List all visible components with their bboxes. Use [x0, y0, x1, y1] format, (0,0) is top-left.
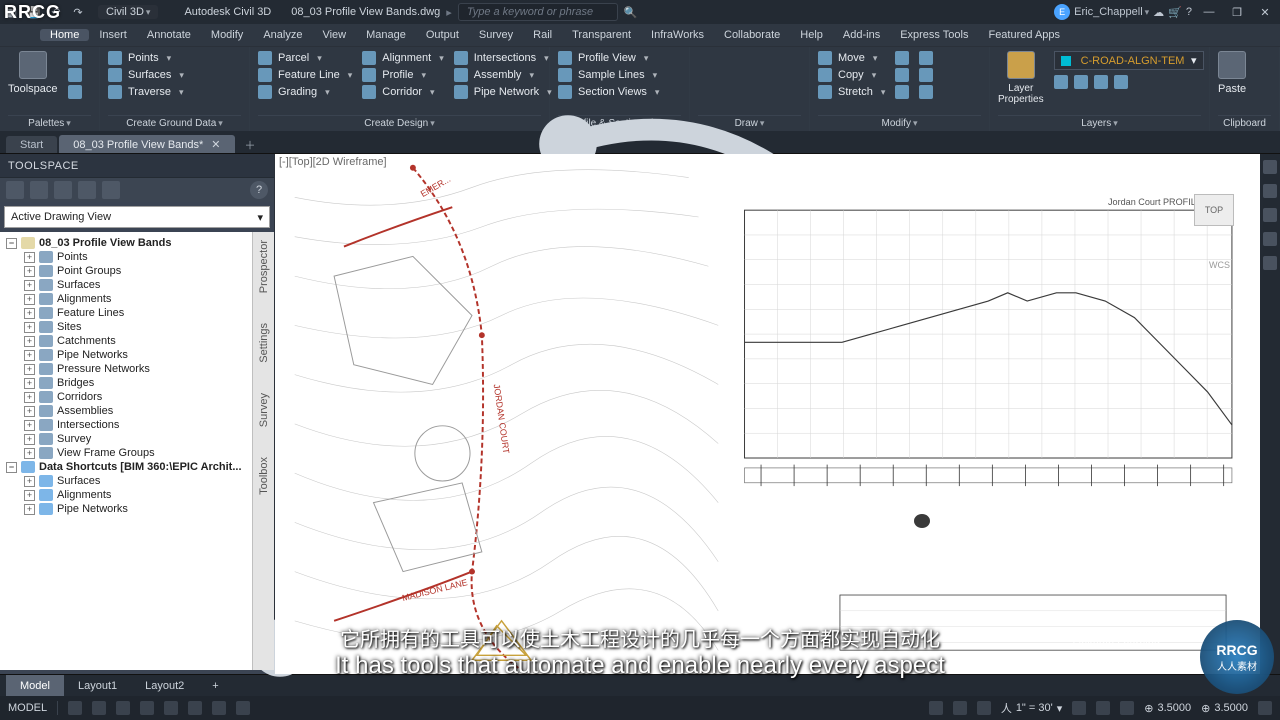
tree-node-pressure-networks[interactable]: +Pressure Networks — [2, 362, 250, 376]
trim-icon[interactable] — [919, 51, 933, 65]
subtitle-en: It has tools that automate and enable ne… — [0, 652, 1280, 680]
toolspace-panel: TOOLSPACE ? Active Drawing View▾ −08_03 … — [0, 154, 275, 674]
tree-node-intersections[interactable]: +Intersections — [2, 418, 250, 432]
array-icon[interactable] — [919, 85, 933, 99]
app-root: ◧ 💾 ↶ ↷ Civil 3D Autodesk Civil 3D 08_03… — [0, 0, 1280, 720]
layer-state-icon[interactable] — [1054, 75, 1068, 89]
tree-shortcut-surfaces[interactable]: +Surfaces — [2, 474, 250, 488]
view-cube[interactable]: TOP — [1194, 194, 1234, 226]
tree-node-points[interactable]: +Points — [2, 250, 250, 264]
layer-lock-icon[interactable] — [1114, 75, 1128, 89]
tree-node-feature-lines[interactable]: +Feature Lines — [2, 306, 250, 320]
toolspace-tab-settings[interactable]: Settings — [258, 323, 270, 363]
plan-view: JORDAN COURT MADISON LANE EMER... — [275, 154, 728, 674]
subtitle-overlay: 它所拥有的工具可以使土木工程设计的几乎每一个方面都实现自动化 It has to… — [0, 623, 1280, 680]
toolspace-tree[interactable]: −08_03 Profile View Bands +Points+Point … — [0, 232, 252, 670]
watermark-corner: RRCG — [4, 2, 61, 23]
tree-node-survey[interactable]: +Survey — [2, 432, 250, 446]
fillet-icon[interactable] — [919, 68, 933, 82]
plan-svg: JORDAN COURT MADISON LANE EMER... — [275, 154, 728, 674]
mirror-icon[interactable] — [895, 68, 909, 82]
tree-node-catchments[interactable]: +Catchments — [2, 334, 250, 348]
toolspace-tab-survey[interactable]: Survey — [258, 393, 270, 427]
tree-node-pipe-networks[interactable]: +Pipe Networks — [2, 348, 250, 362]
rotate-icon[interactable] — [895, 51, 909, 65]
tree-node-assemblies[interactable]: +Assemblies — [2, 404, 250, 418]
tree-node-bridges[interactable]: +Bridges — [2, 376, 250, 390]
layer-iso-icon[interactable] — [1074, 75, 1088, 89]
toolspace-tab-toolbox[interactable]: Toolbox — [258, 457, 270, 495]
tree-shortcuts-root[interactable]: −Data Shortcuts [BIM 360:\EPIC Archit... — [2, 460, 250, 474]
tree-node-view-frame-groups[interactable]: +View Frame Groups — [2, 446, 250, 460]
tree-node-alignments[interactable]: +Alignments — [2, 292, 250, 306]
tree-shortcut-pipe-networks[interactable]: +Pipe Networks — [2, 502, 250, 516]
main-area: TOOLSPACE ? Active Drawing View▾ −08_03 … — [0, 154, 1280, 674]
scale-icon[interactable] — [895, 85, 909, 99]
provider-badge: LinkedIn Learning — [1073, 638, 1160, 650]
tree-root[interactable]: −08_03 Profile View Bands — [2, 236, 250, 250]
tree-node-point-groups[interactable]: +Point Groups — [2, 264, 250, 278]
wcs-label: WCS — [1209, 260, 1230, 270]
profile-svg: Jordan Court PROFILE — [728, 162, 1240, 526]
canvas-area: [-][Top][2D Wireframe] — [275, 154, 1280, 674]
road-label-madison: MADISON LANE — [401, 577, 468, 603]
profile-view: Jordan Court PROFILE — [728, 162, 1240, 526]
drawing-viewport[interactable]: [-][Top][2D Wireframe] — [275, 154, 1260, 674]
ribbon: Toolspace Palettes PointsSurfacesTravers… — [0, 46, 1280, 132]
road-label-jordan: JORDAN COURT — [492, 383, 512, 455]
toolspace-tab-prospector[interactable]: Prospector — [258, 240, 270, 293]
profile-title: Jordan Court PROFILE — [1108, 197, 1202, 207]
tree-node-corridors[interactable]: +Corridors — [2, 390, 250, 404]
tree-node-sites[interactable]: +Sites — [2, 320, 250, 334]
toolspace-side-tabs: Prospector Settings Survey Toolbox — [252, 232, 274, 670]
tree-node-surfaces[interactable]: +Surfaces — [2, 278, 250, 292]
watermark-badge: RRCG人人素材 — [1200, 620, 1274, 694]
layer-freeze-icon[interactable] — [1094, 75, 1108, 89]
tree-shortcut-alignments[interactable]: +Alignments — [2, 488, 250, 502]
mouse-cursor-shadow — [914, 514, 930, 528]
